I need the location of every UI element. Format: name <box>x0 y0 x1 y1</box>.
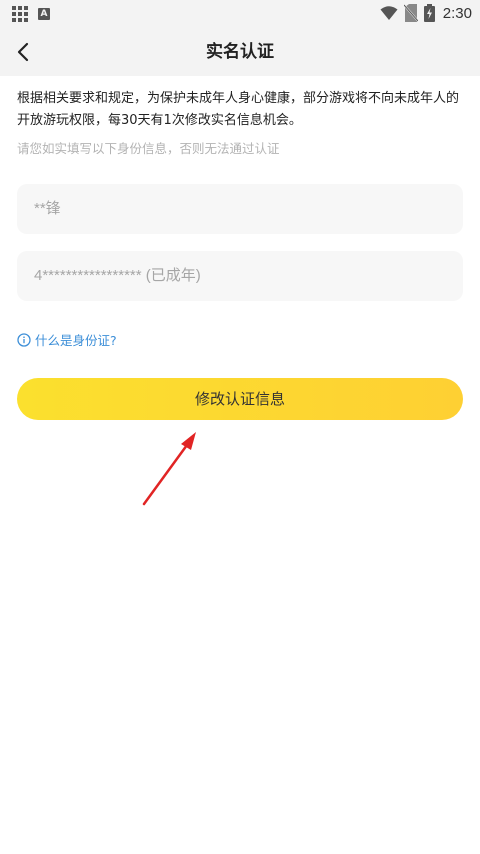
no-sim-icon <box>403 4 418 22</box>
page-title: 实名认证 <box>206 42 274 62</box>
name-field[interactable]: **锋 <box>17 184 463 234</box>
notice-text: 根据相关要求和规定，为保护未成年人身心健康，部分游戏将不向未成年人的开放游玩权限… <box>17 91 460 128</box>
info-icon <box>17 332 31 347</box>
what-is-id-label: 什么是身份证? <box>35 333 117 348</box>
battery-icon <box>423 4 435 22</box>
status-right-icons: 2:30 <box>380 4 472 22</box>
a-notification-icon: A <box>38 8 50 20</box>
what-is-id-link[interactable]: 什么是身份证? <box>17 330 117 349</box>
status-bar: A 2:30 <box>0 0 480 28</box>
modify-verification-button[interactable]: 修改认证信息 <box>17 378 463 420</box>
nav-bar: 实名认证 <box>0 28 480 76</box>
status-left-icons: A <box>12 6 50 22</box>
notice-hint: 请您如实填写以下身份信息，否则无法通过认证 <box>17 141 280 156</box>
status-time: 2:30 <box>442 4 472 22</box>
wifi-icon <box>380 6 398 20</box>
apps-grid-icon <box>12 6 28 22</box>
id-number-field[interactable]: 4***************** (已成年) <box>17 251 463 301</box>
